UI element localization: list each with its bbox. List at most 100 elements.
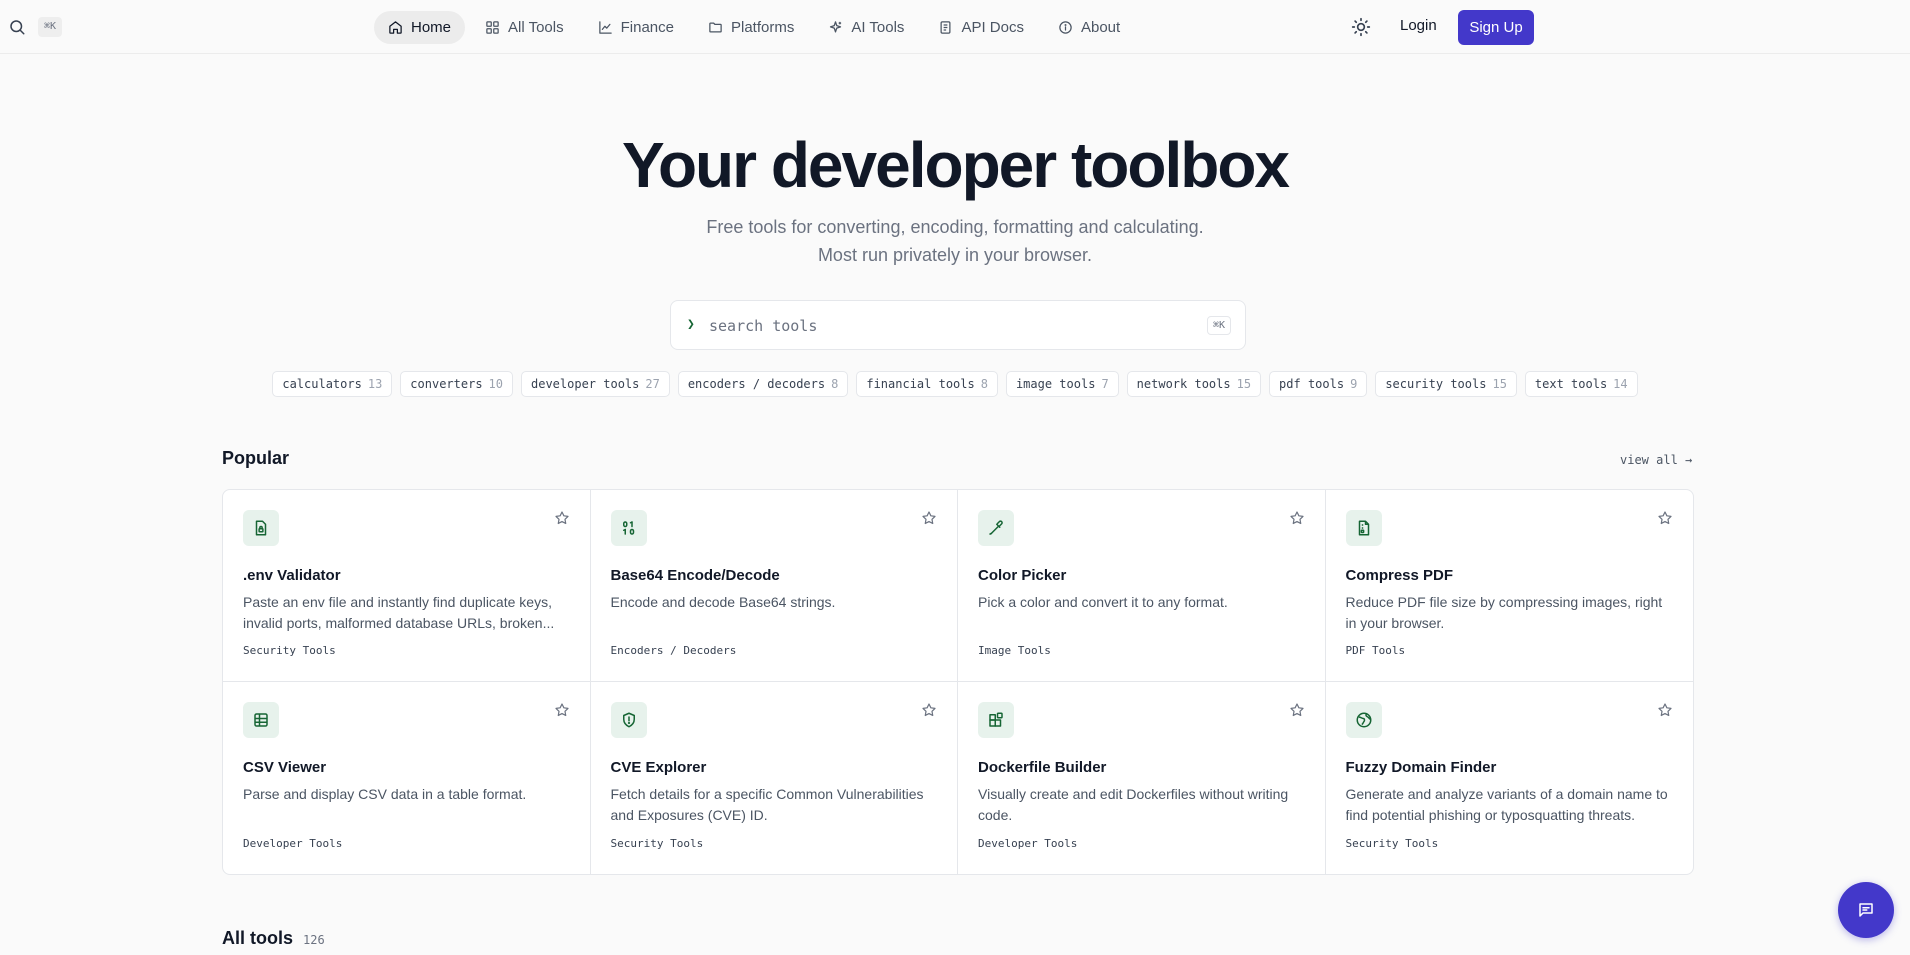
file-archive-icon (1345, 510, 1382, 546)
tool-description: Visually create and edit Dockerfiles wit… (978, 786, 1289, 823)
tool-card[interactable]: CSV Viewer Parse and display CSV data in… (223, 682, 591, 874)
category-chip[interactable]: security tools 15 (1375, 371, 1517, 397)
chip-label: developer tools (531, 377, 640, 391)
category-chip[interactable]: image tools 7 (1005, 371, 1119, 397)
nav-platforms[interactable]: Platforms (694, 11, 808, 44)
nav-about[interactable]: About (1044, 11, 1134, 44)
chip-count: 8 (831, 377, 839, 391)
tool-card[interactable]: Compress PDF Reduce PDF file size by com… (1325, 490, 1693, 682)
tool-title: Fuzzy Domain Finder (1345, 759, 1497, 776)
tool-category: PDF Tools (1345, 644, 1406, 657)
chip-count: 15 (1236, 377, 1252, 391)
star-icon[interactable] (1289, 702, 1305, 718)
signup-button[interactable]: Sign Up (1458, 10, 1534, 45)
nav-ai-tools[interactable]: AI Tools (814, 11, 918, 44)
tool-description: Encode and decode Base64 strings. (610, 594, 836, 610)
tool-card[interactable]: .env Validator Paste an env file and ins… (223, 490, 591, 682)
star-icon[interactable] (1289, 510, 1305, 526)
shield-alert-icon (610, 702, 647, 738)
tool-title: CSV Viewer (243, 759, 327, 776)
tool-category: Security Tools (610, 837, 704, 850)
tool-category: Developer Tools (978, 837, 1078, 850)
tool-title: .env Validator (243, 567, 341, 584)
info-icon (1059, 21, 1072, 34)
nav-label: AI Tools (851, 19, 905, 36)
star-icon[interactable] (1657, 702, 1673, 718)
chat-button[interactable] (1838, 882, 1894, 938)
top-navigation-bar: ⌘K Home All Tools Finance Platforms AI T… (0, 0, 1910, 54)
tool-title: Dockerfile Builder (978, 759, 1107, 776)
star-icon[interactable] (554, 702, 570, 718)
tool-card[interactable]: Base64 Encode/Decode Encode and decode B… (590, 490, 958, 682)
home-icon (389, 21, 402, 34)
star-icon[interactable] (921, 510, 937, 526)
category-chip[interactable]: network tools 15 (1126, 371, 1262, 397)
tool-card[interactable]: Color Picker Pick a color and convert it… (958, 490, 1326, 682)
category-chip[interactable]: text tools 14 (1524, 371, 1638, 397)
tool-card[interactable]: CVE Explorer Fetch details for a specifi… (591, 682, 958, 874)
category-chip[interactable]: pdf tools 9 (1269, 371, 1368, 397)
chip-label: network tools (1136, 377, 1231, 391)
tool-category: Image Tools (978, 644, 1051, 657)
view-all-link[interactable]: view all → (1620, 453, 1692, 467)
nav-label: All Tools (508, 19, 564, 36)
grid-icon (486, 21, 499, 34)
chip-label: calculators (282, 377, 362, 391)
tool-title: Compress PDF (1345, 567, 1454, 584)
tool-description: Pick a color and convert it to any forma… (978, 594, 1228, 610)
hero-subtitle: Free tools for converting, encoding, for… (706, 217, 1204, 265)
category-chip[interactable]: developer tools 27 (521, 371, 670, 397)
chip-label: text tools (1534, 377, 1608, 391)
chip-count: 27 (645, 377, 660, 391)
chip-label: security tools (1385, 377, 1487, 391)
search-box: ❯ ⌘K (670, 300, 1246, 350)
chip-count: 7 (1101, 377, 1109, 391)
tool-title: CVE Explorer (610, 759, 707, 776)
nav-api-docs[interactable]: API Docs (924, 11, 1038, 44)
nav-label: Platforms (730, 19, 795, 36)
all-tools-heading: All tools 126 (222, 928, 325, 949)
nav-label: Home (411, 19, 452, 36)
search-input[interactable] (709, 313, 1169, 339)
star-icon[interactable] (554, 510, 570, 526)
tool-card[interactable]: Dockerfile Builder Visually create and e… (958, 682, 1326, 874)
sun-icon[interactable] (1351, 17, 1371, 37)
star-icon[interactable] (1657, 510, 1673, 526)
search-shortcut-badge: ⌘K (38, 17, 63, 37)
chip-count: 9 (1350, 377, 1358, 391)
sparkles-icon (830, 21, 842, 33)
globe-icon (1345, 702, 1382, 738)
chart-line-icon (598, 21, 612, 34)
tool-category: Security Tools (1345, 837, 1439, 850)
star-icon[interactable] (921, 702, 937, 718)
tool-title: Color Picker (978, 567, 1067, 584)
category-chips: calculators 13 converters 10 developer too… (0, 371, 1910, 397)
nav-finance[interactable]: Finance (584, 11, 688, 44)
all-tools-title: All tools (222, 928, 293, 948)
login-link[interactable]: Login (1400, 17, 1437, 34)
document-icon (940, 21, 951, 34)
tool-category: Developer Tools (243, 837, 343, 850)
chip-label: image tools (1015, 377, 1096, 391)
file-lock-icon (243, 510, 279, 546)
category-chip[interactable]: calculators 13 (272, 371, 393, 397)
tool-title: Base64 Encode/Decode (610, 567, 780, 584)
category-chip[interactable]: financial tools 8 (856, 371, 998, 397)
chip-count: 8 (980, 377, 988, 391)
chip-label: financial tools (866, 377, 975, 391)
nav-label: Finance (620, 19, 674, 36)
search-icon[interactable] (8, 18, 26, 36)
nav-home[interactable]: Home (374, 11, 466, 44)
tool-description: Paste an env file and instantly find dup… (243, 594, 555, 631)
binary-icon (610, 510, 647, 546)
chip-count: 10 (488, 377, 503, 391)
tool-card[interactable]: Fuzzy Domain Finder Generate and analyze… (1326, 682, 1694, 874)
search-shortcut-badge: ⌘K (1206, 316, 1231, 335)
category-chip[interactable]: encoders / decoders 8 (677, 371, 849, 397)
hero-title: Your developer toolbox (622, 129, 1290, 201)
tool-category: Security Tools (243, 644, 336, 657)
category-chip[interactable]: converters 10 (400, 371, 513, 397)
nav-all-tools[interactable]: All Tools (471, 11, 578, 44)
blocks-icon (978, 702, 1014, 738)
popular-heading: Popular (222, 448, 290, 468)
